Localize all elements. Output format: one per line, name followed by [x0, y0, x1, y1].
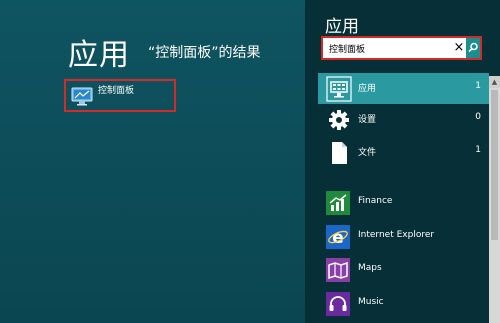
app-internet-explorer[interactable]: e Internet Explorer: [318, 223, 489, 251]
scrollbar-thumb[interactable]: [491, 90, 498, 240]
result-label: 控制面板: [98, 86, 135, 96]
filter-apps-label: 应用: [358, 84, 377, 94]
app-music-label: Music: [358, 297, 384, 307]
search-button[interactable]: [466, 38, 480, 58]
app-maps[interactable]: Maps: [318, 256, 489, 284]
control-panel-icon: [71, 86, 93, 106]
app-finance[interactable]: Finance: [318, 189, 489, 217]
filter-settings-label: 设置: [358, 115, 377, 125]
app-maps-label: Maps: [358, 263, 382, 273]
page-title: 应用: [68, 38, 130, 73]
maps-icon: [326, 258, 350, 282]
filter-apps[interactable]: 应用 1: [318, 73, 489, 104]
clear-icon[interactable]: ×: [452, 40, 466, 56]
filter-settings[interactable]: 设置 0: [318, 104, 489, 135]
music-headphones-icon: [326, 292, 350, 316]
search-box: ×: [321, 36, 482, 60]
search-pane-title: 应用: [325, 17, 359, 37]
search-icon: [468, 42, 478, 53]
document-icon: [326, 140, 352, 166]
result-item-control-panel[interactable]: 控制面板: [64, 79, 176, 112]
search-pane: 应用 × 应用 1: [305, 0, 500, 323]
settings-gear-icon: [326, 107, 352, 133]
internet-explorer-icon: e: [326, 225, 350, 249]
finance-icon: [326, 191, 350, 215]
filter-files[interactable]: 文件 1: [318, 137, 489, 168]
filter-files-label: 文件: [358, 148, 377, 158]
apps-icon: [326, 76, 352, 102]
app-internet-explorer-label: Internet Explorer: [358, 230, 435, 240]
results-subtitle: “控制面板”的结果: [148, 45, 261, 61]
filter-files-count: 1: [475, 145, 481, 155]
scroll-up-arrow-icon[interactable]: ▲: [489, 76, 500, 88]
app-finance-label: Finance: [358, 196, 393, 206]
search-input[interactable]: [323, 38, 449, 58]
scrollbar[interactable]: ▲: [489, 76, 500, 323]
filter-settings-count: 0: [475, 112, 481, 122]
app-music[interactable]: Music: [318, 290, 489, 318]
results-area: 应用 “控制面板”的结果 控制面板: [0, 0, 305, 323]
filter-apps-count: 1: [475, 81, 481, 91]
